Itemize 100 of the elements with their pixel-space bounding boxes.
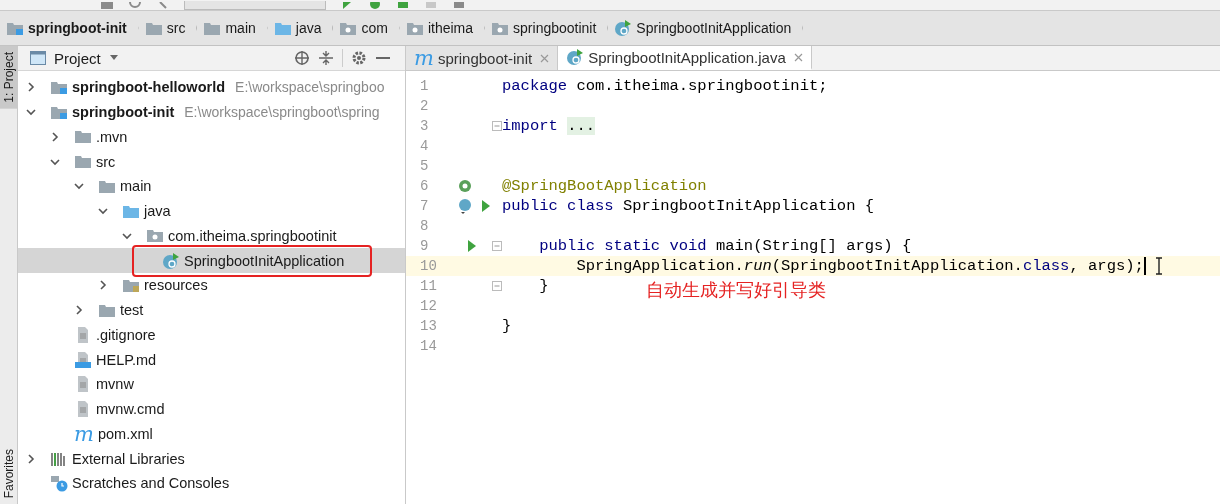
line-number: 5 — [419, 158, 430, 174]
locate-icon[interactable] — [294, 50, 310, 66]
breadcrumb-item[interactable]: java — [267, 11, 334, 45]
chevron-down-icon[interactable] — [122, 230, 132, 241]
tree-item[interactable]: main — [120, 178, 152, 195]
chevron-right-icon[interactable] — [50, 131, 60, 142]
folder-icon — [74, 154, 92, 170]
code-line: public static void main(String[] args) { — [538, 237, 912, 255]
tree-item[interactable]: test — [120, 302, 144, 319]
code-line: SpringApplication.run(SpringbootInitApplication.class, args); — [575, 257, 1144, 275]
tree-item[interactable]: springboot-init — [72, 104, 175, 121]
close-icon[interactable] — [793, 52, 803, 62]
close-icon[interactable] — [540, 53, 550, 63]
folder-icon — [339, 20, 358, 36]
text-cursor-icon — [1154, 257, 1163, 275]
breadcrumb-item[interactable]: springboot-init — [0, 11, 139, 45]
module-folder-icon — [6, 20, 24, 36]
folder-icon — [98, 302, 116, 318]
chevron-down-icon[interactable] — [98, 206, 108, 217]
module-path: E:\workspace\springboot\spring — [184, 104, 380, 121]
tree-item[interactable]: com.itheima.springbootinit — [168, 227, 337, 244]
breadcrumb-item[interactable]: main — [197, 11, 268, 45]
coverage-icon[interactable] — [396, 2, 410, 10]
folder-icon — [491, 20, 510, 36]
fold-marker-icon[interactable] — [492, 281, 502, 291]
breadcrumb-item[interactable]: springbootinit — [485, 11, 609, 45]
collapse-all-icon[interactable] — [318, 50, 334, 66]
folder-icon — [98, 178, 116, 194]
line-number: 6 — [419, 178, 430, 194]
line-number: 10 — [419, 258, 438, 274]
line-number: 12 — [419, 298, 438, 314]
tree-item[interactable]: mvnw.cmd — [96, 401, 165, 418]
spring-class-icon — [614, 19, 633, 37]
maven-icon: m — [74, 425, 94, 442]
line-number: 13 — [419, 318, 438, 334]
line-number: 14 — [419, 338, 438, 354]
folder-icon — [74, 129, 92, 145]
tree-item[interactable]: resources — [144, 277, 208, 294]
code-line: } — [502, 317, 512, 335]
resources-folder-icon — [122, 277, 140, 293]
scratches-icon — [50, 474, 68, 493]
maven-icon: m — [414, 50, 434, 66]
class-run-icon[interactable] — [458, 198, 492, 214]
chevron-right-icon[interactable] — [26, 82, 36, 93]
code-line: public class SpringbootInitApplication { — [502, 197, 875, 215]
tree-item[interactable]: Scratches and Consoles — [72, 475, 230, 492]
line-number: 1 — [419, 78, 430, 94]
tree-item[interactable]: src — [96, 153, 116, 170]
tree-item[interactable]: pom.xml — [97, 425, 153, 442]
chevron-down-icon[interactable] — [26, 107, 36, 118]
settings-icon[interactable] — [351, 50, 367, 66]
tree-item[interactable]: External Libraries — [72, 450, 185, 467]
fold-marker-icon[interactable] — [492, 241, 502, 251]
spring-class-icon — [566, 48, 585, 66]
folder-icon — [203, 20, 222, 36]
annotation-text: 自动生成并写好引导类 — [646, 278, 826, 302]
editor-tab[interactable]: m springboot-init — [406, 46, 559, 70]
tree-item[interactable]: java — [144, 203, 171, 220]
spring-class-icon — [162, 251, 180, 270]
line-number: 3 — [419, 118, 430, 134]
panel-title[interactable]: Project — [54, 49, 101, 67]
folder-icon — [146, 228, 164, 244]
chevron-right-icon[interactable] — [74, 305, 84, 316]
tool-window-button[interactable]: 1: Project — [0, 46, 17, 109]
code-line: @SpringBootApplication — [502, 177, 707, 195]
code-line: import ... — [502, 117, 596, 135]
tree-item[interactable]: springboot-helloworld — [72, 79, 226, 96]
folder-icon — [122, 203, 140, 219]
libraries-icon — [50, 450, 68, 467]
caret-icon[interactable] — [108, 55, 119, 61]
editor-tab[interactable]: SpringbootInitApplication.java — [558, 46, 812, 70]
breadcrumb-item[interactable]: itheima — [399, 11, 486, 45]
chevron-right-icon[interactable] — [26, 453, 36, 464]
save-icon[interactable] — [100, 2, 114, 10]
line-number: 8 — [419, 218, 430, 234]
bean-icon — [458, 179, 472, 193]
module-path: E:\workspace\springboo — [235, 79, 385, 96]
breadcrumb-item[interactable]: com — [333, 11, 400, 45]
line-number: 7 — [419, 198, 430, 214]
tree-item[interactable]: .gitignore — [96, 326, 156, 343]
fold-marker-icon[interactable] — [492, 121, 502, 131]
chevron-down-icon[interactable] — [74, 181, 84, 192]
chevron-down-icon[interactable] — [50, 156, 60, 167]
breadcrumb-item[interactable]: src — [138, 11, 198, 45]
line-number: 2 — [419, 98, 430, 114]
breadcrumb-item[interactable]: SpringbootInitApplication — [608, 11, 804, 45]
tree-item[interactable]: .mvn — [96, 128, 128, 145]
debug-icon[interactable] — [368, 2, 382, 10]
module-folder-icon — [50, 104, 68, 120]
chevron-right-icon[interactable] — [98, 280, 108, 291]
module-folder-icon — [50, 79, 68, 95]
markdown-file-icon — [74, 350, 92, 369]
code-line: } — [538, 277, 549, 295]
tree-item[interactable]: mvnw — [96, 376, 134, 393]
text-caret — [1143, 257, 1146, 275]
folder-icon — [405, 20, 424, 36]
code-line: package com.itheima.springbootinit; — [502, 77, 828, 95]
tree-item[interactable]: HELP.md — [96, 351, 157, 368]
tool-window-button[interactable]: Favorites — [0, 442, 17, 504]
line-number: 9 — [419, 238, 430, 254]
